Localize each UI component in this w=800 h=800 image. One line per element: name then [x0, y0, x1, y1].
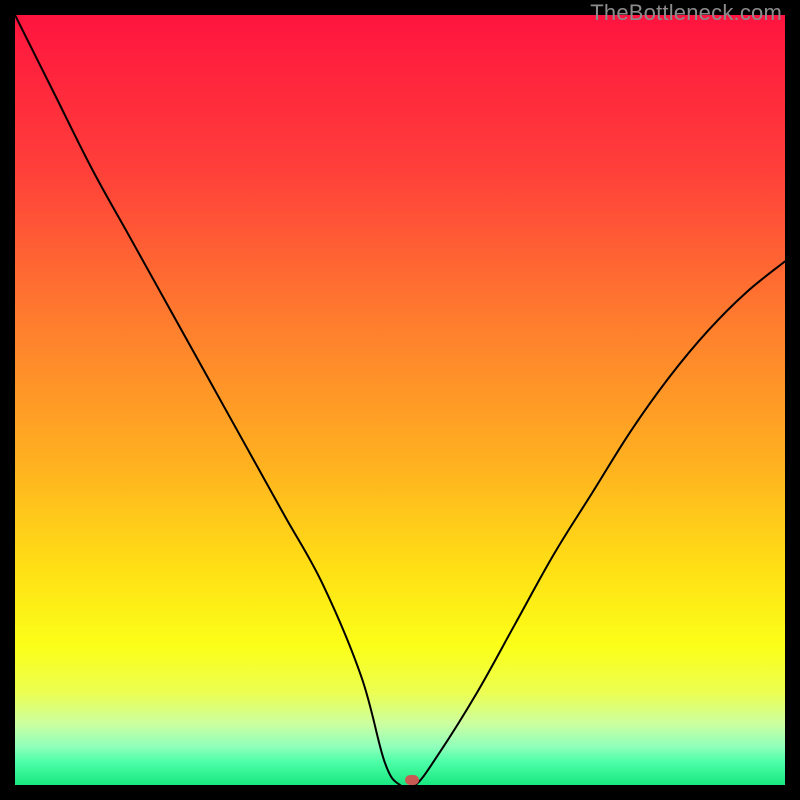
watermark-text: TheBottleneck.com [590, 0, 782, 26]
bottleneck-curve [15, 15, 785, 785]
plot-area [15, 15, 785, 785]
chart-frame: TheBottleneck.com [0, 0, 800, 800]
optimal-marker [405, 775, 419, 785]
